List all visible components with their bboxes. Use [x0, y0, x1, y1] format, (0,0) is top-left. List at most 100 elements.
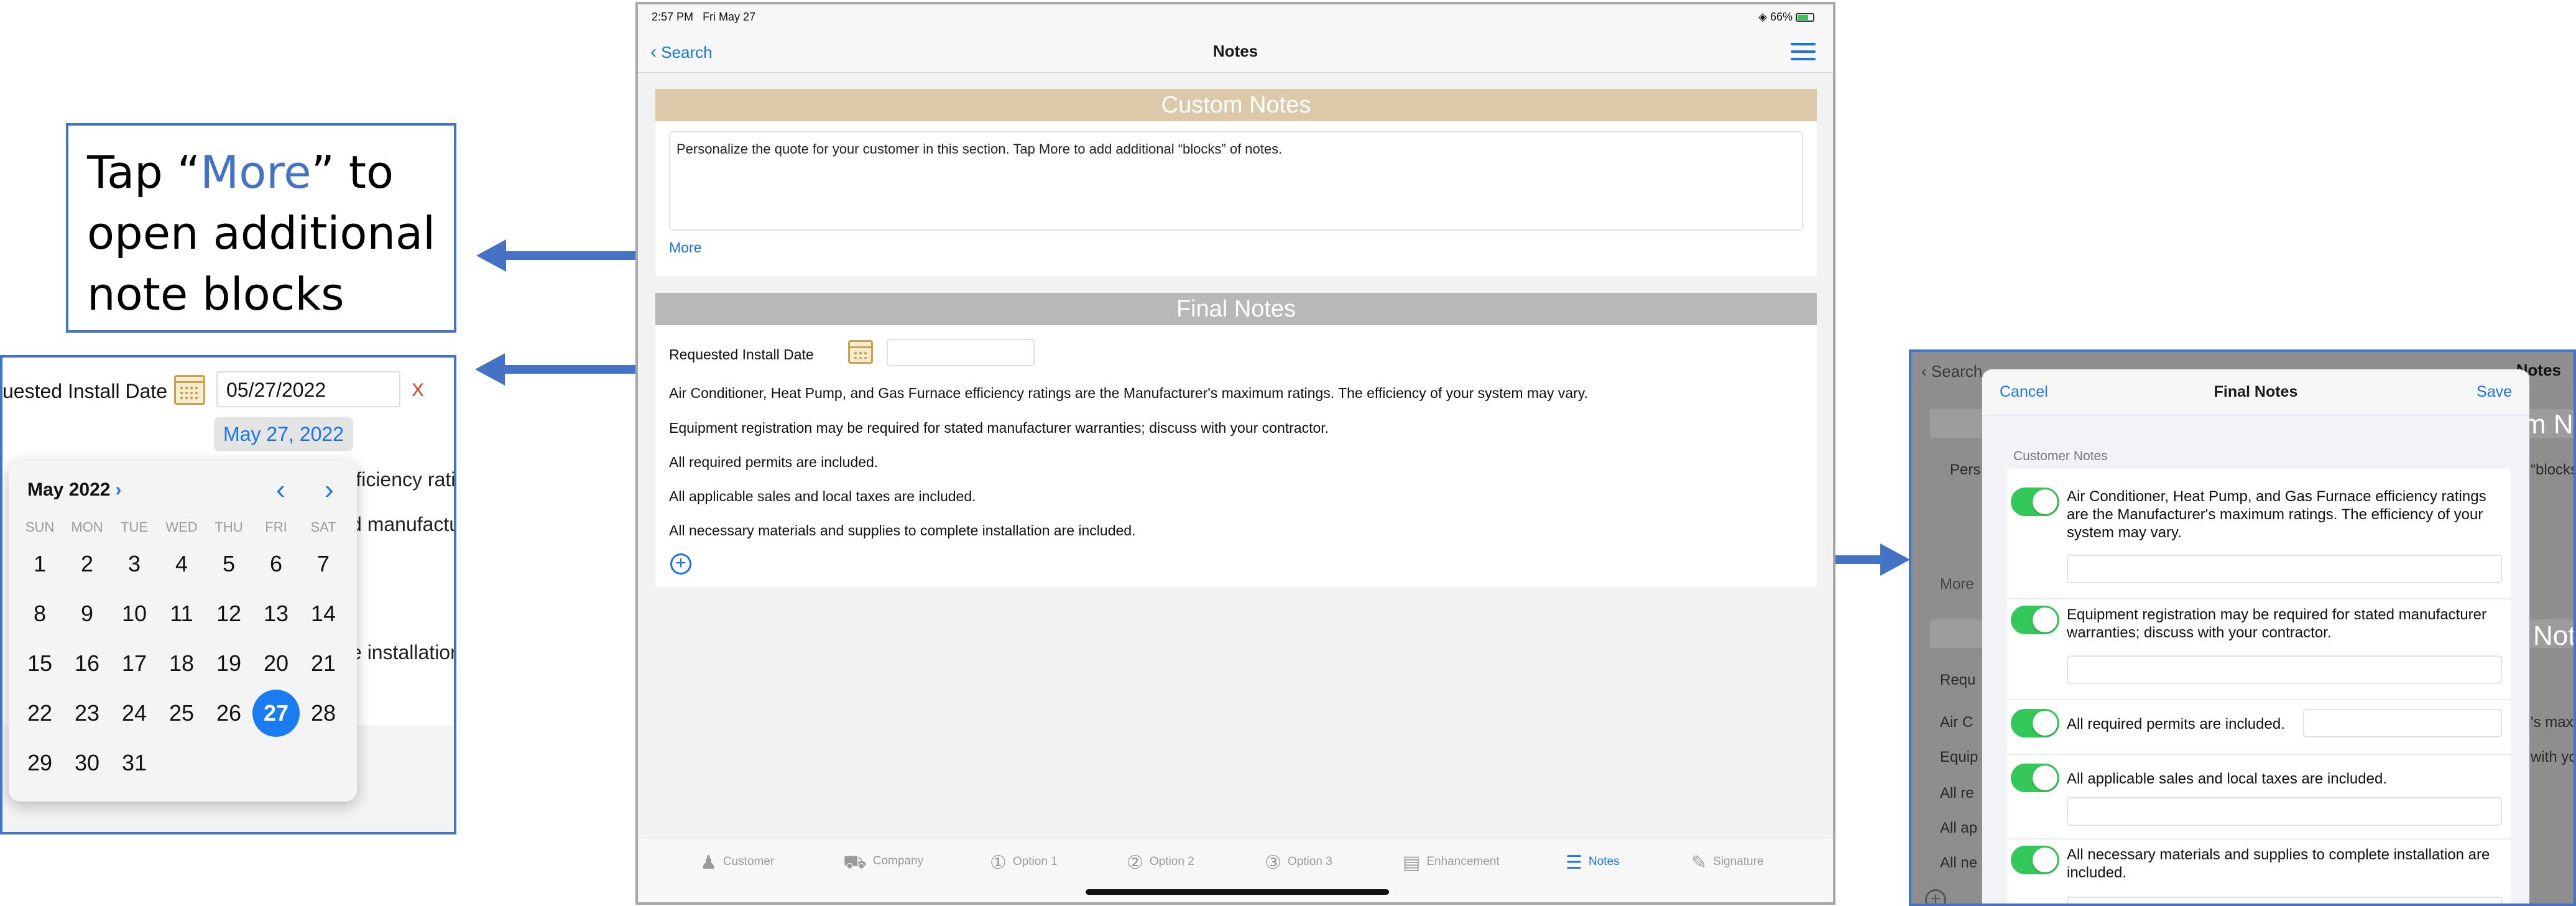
callout-line-1: Tap “More” to [87, 146, 394, 198]
note-option-text: All applicable sales and local taxes are… [2067, 770, 2387, 787]
calendar-day[interactable]: 1 [16, 540, 63, 588]
calendar-day[interactable]: 19 [205, 640, 252, 687]
circle-3-icon: ③ [1265, 853, 1281, 873]
weekday-header: THU [215, 519, 243, 535]
nav-bar: ‹ Search Notes [638, 29, 1833, 73]
calendar-day[interactable]: 4 [158, 540, 205, 588]
background-text-fragment: Requ [1940, 672, 1976, 688]
final-notes-sheet: Cancel Final Notes Save Customer Notes A… [1982, 369, 2529, 904]
final-notes-header: Final Notes [655, 293, 1817, 325]
custom-notes-textarea[interactable]: Personalize the quote for your customer … [669, 131, 1803, 231]
person-icon: ♟ [700, 853, 717, 873]
add-note-icon[interactable]: + [670, 553, 691, 575]
calendar-day[interactable]: 26 [205, 690, 252, 737]
calendar-day[interactable]: 24 [111, 690, 158, 737]
next-month-icon[interactable]: › [325, 474, 334, 506]
install-date-label: uested Install Date [2, 380, 168, 402]
note-field[interactable] [2067, 555, 2502, 583]
tab-notes[interactable]: ☰ Notes [1566, 852, 1620, 874]
install-date-field[interactable]: 05/27/2022 [216, 371, 400, 407]
weekday-header: WED [165, 519, 198, 535]
note-toggle[interactable] [2011, 764, 2059, 792]
calendar-day[interactable]: 11 [158, 590, 205, 637]
calendar-day[interactable]: 16 [63, 640, 111, 687]
date-picker-popover: May 2022 › ‹ › SUN MON TUE WED THU FRI SAT 1 2 3 4 5… [9, 461, 357, 802]
weekday-header: TUE [121, 519, 148, 535]
sheet-header: Cancel Final Notes Save [1982, 369, 2529, 415]
install-date-label: Requested Install Date [669, 346, 814, 363]
note-option-text: Air Conditioner, Heat Pump, and Gas Furn… [2067, 488, 2486, 541]
calendar-day[interactable]: 13 [252, 590, 300, 637]
note-toggle[interactable] [2011, 709, 2059, 737]
prev-month-icon[interactable]: ‹ [276, 474, 285, 506]
selected-date-chip[interactable]: May 27, 2022 [214, 417, 353, 451]
note-field[interactable] [2067, 897, 2502, 904]
calendar-day[interactable]: 3 [111, 540, 158, 588]
calendar-day[interactable]: 6 [252, 540, 300, 588]
home-indicator [1086, 889, 1389, 895]
custom-notes-section: Custom Notes Personalize the quote for y… [655, 89, 1817, 275]
calendar-day[interactable]: 22 [16, 690, 63, 737]
final-note-line: Equipment registration may be required f… [669, 420, 1329, 436]
calendar-day[interactable]: 31 [111, 739, 158, 787]
status-bar: 2:57 PM Fri May 27 ◈ 66% [638, 4, 1833, 29]
note-toggle[interactable] [2011, 606, 2059, 634]
calendar-day[interactable]: 10 [111, 590, 158, 637]
background-text-fragment: Pers [1950, 461, 1981, 478]
background-text-fragment: All re [1940, 785, 1974, 802]
calendar-day[interactable]: 18 [158, 640, 205, 687]
clear-date-button[interactable]: X [412, 380, 424, 401]
background-text-fragment: fficiency rati [351, 468, 456, 491]
note-field[interactable] [2067, 797, 2502, 826]
add-note-icon: + [1925, 889, 1946, 904]
tab-option-1[interactable]: ① Option 1 [990, 852, 1058, 874]
month-selector[interactable]: May 2022 › [27, 479, 121, 501]
tab-option-3[interactable]: ③ Option 3 [1265, 852, 1332, 874]
calendar-day-selected[interactable]: 27 [252, 690, 300, 737]
status-time: 2:57 PM [652, 11, 694, 23]
calendar-day[interactable]: 14 [300, 590, 347, 637]
note-field[interactable] [2067, 655, 2502, 684]
calendar-icon[interactable] [848, 340, 873, 364]
sheet-title: Final Notes [2214, 383, 2298, 400]
calendar-icon[interactable] [174, 375, 205, 405]
menu-icon[interactable] [1791, 43, 1816, 60]
install-date-field[interactable] [887, 339, 1035, 366]
background-text-fragment: More [1940, 576, 1974, 593]
calendar-day[interactable]: 12 [205, 590, 252, 637]
calendar-day[interactable]: 15 [16, 640, 63, 687]
note-toggle[interactable] [2011, 846, 2059, 874]
status-right: ◈ 66% [1758, 11, 1814, 24]
note-field[interactable] [2303, 709, 2502, 737]
calendar-day[interactable]: 9 [63, 590, 111, 637]
tab-enhancement[interactable]: ▤ Enhancement [1403, 852, 1500, 874]
tab-bar: ♟ Customer ⛟ Company ① Option 1 ② Option 2 ③… [638, 838, 1833, 902]
calendar-day[interactable]: 5 [205, 540, 252, 588]
note-toggle[interactable] [2011, 488, 2059, 516]
calendar-day[interactable]: 7 [300, 540, 347, 588]
calendar-day[interactable]: 20 [252, 640, 300, 687]
background-text-fragment: with you [2531, 749, 2574, 765]
calendar-day[interactable]: 8 [16, 590, 63, 637]
tab-option-2[interactable]: ② Option 2 [1127, 852, 1194, 874]
final-note-line: All required permits are included. [669, 454, 879, 470]
tab-company[interactable]: ⛟ Company [843, 852, 923, 876]
calendar-day[interactable]: 21 [300, 640, 347, 687]
background-text-fragment: 's max [2531, 714, 2574, 731]
background-text-fragment: Equip [1940, 749, 1978, 765]
calendar-day[interactable]: 23 [63, 690, 111, 737]
battery-icon [1796, 13, 1814, 22]
save-button[interactable]: Save [2477, 383, 2512, 401]
calendar-day[interactable]: 30 [63, 739, 111, 787]
calendar-day[interactable]: 29 [16, 739, 63, 787]
weekday-header: SUN [25, 519, 55, 535]
calendar-day[interactable]: 28 [300, 690, 347, 737]
more-link[interactable]: More [669, 239, 701, 256]
calendar-day[interactable]: 25 [158, 690, 205, 737]
tab-customer[interactable]: ♟ Customer [700, 852, 774, 874]
calendar-day[interactable]: 17 [111, 640, 158, 687]
callout-accent: More [200, 146, 312, 198]
note-option-text: Equipment registration may be required f… [2067, 606, 2487, 641]
calendar-day[interactable]: 2 [63, 540, 111, 588]
tab-signature[interactable]: ✎ Signature [1691, 852, 1763, 874]
